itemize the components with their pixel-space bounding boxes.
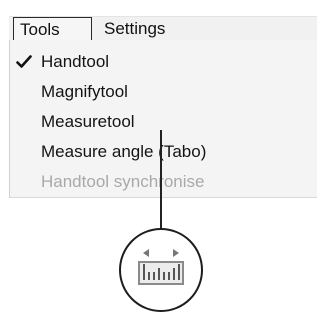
menu-item-measure-angle[interactable]: Measure angle (Tabo) xyxy=(10,139,316,165)
tools-dropdown-menu: Handtool Magnifytool Measuretool Measure… xyxy=(9,40,317,198)
checkmark-icon xyxy=(16,55,32,68)
menu-settings[interactable]: Settings xyxy=(98,17,171,40)
menu-item-magnifytool[interactable]: Magnifytool xyxy=(10,79,316,105)
magnified-icon-callout xyxy=(119,228,203,312)
menu-item-label: Handtool xyxy=(41,52,110,71)
menu-tools[interactable]: Tools xyxy=(13,17,92,41)
menu-item-handtool-synchronise: Handtool synchronise xyxy=(10,169,316,195)
menu-bar: Tools Settings xyxy=(9,16,317,41)
menu-item-label: Measuretool xyxy=(41,112,135,131)
menu-item-handtool[interactable]: Handtool xyxy=(10,49,316,75)
menu-item-measuretool[interactable]: Measuretool xyxy=(10,109,316,135)
ruler-measure-icon xyxy=(138,249,184,285)
menu-item-label: Handtool synchronise xyxy=(41,172,205,191)
menu-item-label: Magnifytool xyxy=(41,82,128,101)
callout-connector-line xyxy=(160,130,162,233)
menu-item-label: Measure angle (Tabo) xyxy=(41,142,207,161)
